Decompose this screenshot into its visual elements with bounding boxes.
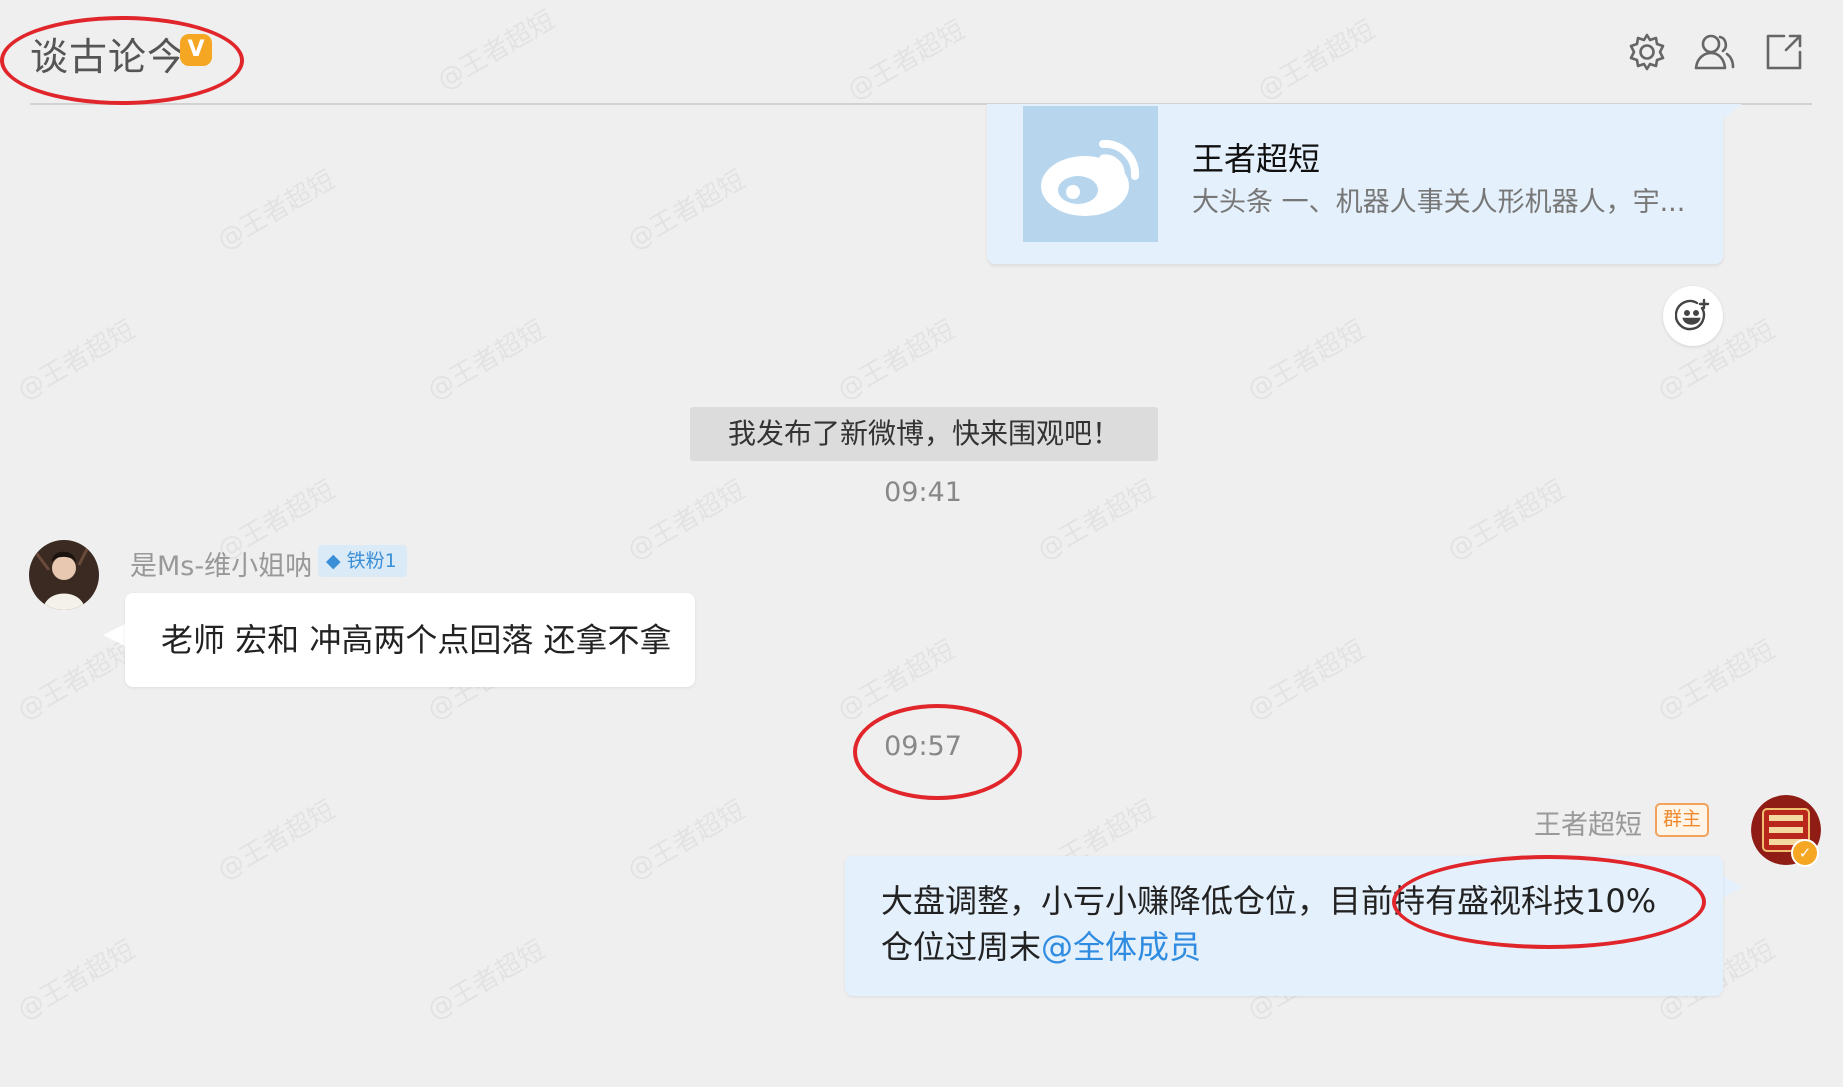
watermark: @王者超短	[832, 635, 961, 727]
fan-level-badge: ◆ 铁粉1	[318, 545, 407, 577]
sender-name[interactable]: 王者超短	[1534, 803, 1642, 842]
verified-badge-icon: V	[180, 34, 212, 66]
watermark: @王者超短	[1032, 475, 1161, 567]
watermark: @王者超短	[12, 315, 141, 407]
watermark: @王者超短	[422, 935, 551, 1027]
group-members-icon[interactable]	[1692, 30, 1736, 74]
shared-weibo-card[interactable]: 王者超短 大头条 一、机器人事关人形机器人，宇...	[987, 104, 1723, 264]
mention-all-link[interactable]: @全体成员	[1041, 928, 1201, 966]
watermark: @王者超短	[1242, 635, 1371, 727]
watermark: @王者超短	[622, 795, 751, 887]
watermark: @王者超短	[212, 165, 341, 257]
watermark: @王者超短	[622, 165, 751, 257]
timestamp: 09:57	[884, 731, 962, 762]
message-bubble[interactable]: 大盘调整，小亏小赚降低仓位，目前持有盛视科技10%仓位过周末@全体成员	[845, 856, 1723, 996]
message-text: 大盘调整，小亏小赚降低仓位，目前持有盛视科技10%仓位过周末	[881, 882, 1657, 966]
timestamp: 09:41	[884, 477, 962, 508]
system-message: 我发布了新微博，快来围观吧！	[690, 407, 1158, 461]
group-owner-badge: 群主	[1655, 803, 1710, 837]
watermark: @王者超短	[422, 315, 551, 407]
watermark: @王者超短	[622, 475, 751, 567]
chat-header: 谈古论今 V	[0, 0, 1843, 105]
bubble-tail	[1721, 875, 1743, 899]
watermark: @王者超短	[1652, 635, 1781, 727]
group-title[interactable]: 谈古论今	[30, 26, 186, 81]
card-description: 大头条 一、机器人事关人形机器人，宇...	[1192, 187, 1686, 218]
card-title: 王者超短	[1192, 140, 1321, 178]
watermark: @王者超短	[12, 935, 141, 1027]
bubble-tail	[103, 623, 127, 647]
watermark: @王者超短	[1442, 475, 1571, 567]
watermark: @王者超短	[1242, 315, 1371, 407]
gear-icon[interactable]	[1625, 30, 1669, 74]
avatar[interactable]	[29, 540, 99, 610]
diamond-icon: ◆	[326, 550, 341, 572]
share-external-icon[interactable]	[1762, 30, 1806, 74]
sender-name[interactable]: 是Ms-维小姐呐	[130, 544, 312, 583]
watermark: @王者超短	[832, 315, 961, 407]
add-reaction-button[interactable]	[1663, 286, 1723, 346]
message-bubble[interactable]: 老师 宏和 冲高两个点回落 还拿不拿	[125, 593, 695, 687]
card-bubble-tail	[1722, 104, 1742, 120]
fan-badge-label: 铁粉1	[346, 550, 397, 572]
smiley-plus-icon	[1675, 298, 1710, 331]
weibo-logo-icon	[1023, 106, 1158, 242]
watermark: @王者超短	[212, 795, 341, 887]
verified-badge-icon: ✓	[1791, 839, 1819, 867]
